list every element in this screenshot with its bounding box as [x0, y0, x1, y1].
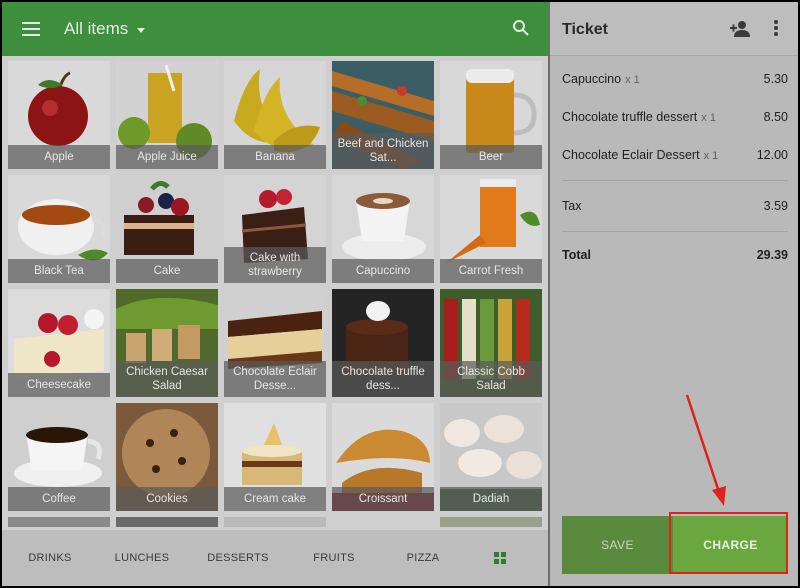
item-label: Classic Cobb Salad [440, 361, 542, 397]
top-bar: All items [2, 2, 548, 56]
item-label: Cake with strawberry [224, 247, 326, 283]
ticket-line-price: 5.30 [763, 72, 788, 86]
item-label: Cheesecake [8, 373, 110, 397]
item-tile[interactable]: Black Tea [8, 175, 110, 283]
tab-fruits[interactable]: FRUITS [288, 530, 380, 586]
tab-lunches[interactable]: LUNCHES [96, 530, 188, 586]
dropdown-caret-icon[interactable] [137, 28, 145, 33]
item-label: Chocolate truffle dess... [332, 361, 434, 397]
ticket-line[interactable]: Capuccino x 1 5.30 [562, 72, 788, 92]
item-grid-partial-row [8, 517, 544, 527]
divider [562, 231, 788, 232]
item-tile[interactable]: Croissant [332, 403, 434, 511]
item-tile[interactable]: Carrot Fresh [440, 175, 542, 283]
ticket-line[interactable]: Chocolate Eclair Dessert x 1 12.00 [562, 148, 788, 168]
item-label: Coffee [8, 487, 110, 511]
item-label: Apple Juice [116, 145, 218, 169]
search-icon[interactable] [512, 19, 530, 37]
ticket-line-price: 8.50 [763, 110, 788, 124]
item-label: Capuccino [332, 259, 434, 283]
item-tile[interactable]: Classic Cobb Salad [440, 289, 542, 397]
item-label: Black Tea [8, 259, 110, 283]
item-label: Cookies [116, 487, 218, 511]
item-label: Carrot Fresh [440, 259, 542, 283]
add-customer-icon[interactable] [730, 20, 750, 38]
tab-desserts[interactable]: DESSERTS [188, 530, 288, 586]
item-tile[interactable]: Apple Juice [116, 61, 218, 169]
app-window: All items Apple Apple Juice Banana Beef … [2, 2, 798, 586]
ticket-line-qty: x 1 [625, 74, 640, 86]
ticket-line-name: Capuccino x 1 [562, 72, 640, 86]
item-label: Cake [116, 259, 218, 283]
item-tile[interactable]: Cake with strawberry [224, 175, 326, 283]
item-tile[interactable]: Chocolate truffle dess... [332, 289, 434, 397]
ticket-line-qty: x 1 [701, 112, 716, 124]
item-tile[interactable]: Cream cake [224, 403, 326, 511]
item-label: Beef and Chicken Sat... [332, 133, 434, 169]
item-tile[interactable]: Chocolate Eclair Desse... [224, 289, 326, 397]
charge-button[interactable]: CHARGE [673, 516, 788, 574]
item-label: Apple [8, 145, 110, 169]
ticket-line-qty: x 1 [703, 150, 719, 162]
menu-icon[interactable] [22, 22, 40, 36]
ticket-panel: Ticket Capuccino x 1 5.30 Chocolate truff… [550, 2, 798, 586]
item-label: Cream cake [224, 487, 326, 511]
total-label: Total [562, 248, 591, 262]
total-value: 29.39 [756, 248, 788, 262]
ticket-title: Ticket [562, 21, 608, 38]
item-tile[interactable]: Coffee [8, 403, 110, 511]
item-label: Chicken Caesar Salad [116, 361, 218, 397]
item-tile[interactable]: Chicken Caesar Salad [116, 289, 218, 397]
item-tile[interactable]: Dadiah [440, 403, 542, 511]
ticket-line-price: 12.00 [756, 148, 788, 162]
ticket-line[interactable]: Chocolate truffle dessert x 1 8.50 [562, 110, 788, 130]
item-label: Beer [440, 145, 542, 169]
ticket-header: Ticket [550, 2, 798, 56]
item-tile[interactable]: Cookies [116, 403, 218, 511]
item-tile[interactable]: Beef and Chicken Sat... [332, 61, 434, 169]
total-row: Total 29.39 [562, 248, 788, 268]
category-nav: DRINKS LUNCHES DESSERTS FRUITS PIZZA [2, 530, 548, 586]
items-panel: All items Apple Apple Juice Banana Beef … [2, 2, 548, 586]
grid-view-icon[interactable] [494, 552, 506, 564]
divider [562, 180, 788, 181]
more-options-icon[interactable] [774, 20, 778, 36]
tax-row: Tax 3.59 [562, 199, 788, 219]
ticket-line-name: Chocolate Eclair Dessert x 1 [562, 148, 719, 162]
tab-pizza[interactable]: PIZZA [380, 530, 466, 586]
item-label: Banana [224, 145, 326, 169]
tax-label: Tax [562, 199, 582, 213]
item-label: Dadiah [440, 487, 542, 511]
tab-drinks[interactable]: DRINKS [4, 530, 96, 586]
item-grid: Apple Apple Juice Banana Beef and Chicke… [8, 61, 544, 517]
ticket-line-name: Chocolate truffle dessert x 1 [562, 110, 716, 124]
item-tile[interactable]: Apple [8, 61, 110, 169]
item-tile[interactable]: Beer [440, 61, 542, 169]
category-selector[interactable]: All items [64, 19, 128, 39]
item-tile[interactable]: Banana [224, 61, 326, 169]
item-tile[interactable]: Cheesecake [8, 289, 110, 397]
item-label: Croissant [332, 487, 434, 511]
item-tile[interactable]: Cake [116, 175, 218, 283]
item-label: Chocolate Eclair Desse... [224, 361, 326, 397]
item-tile[interactable]: Capuccino [332, 175, 434, 283]
tax-value: 3.59 [763, 199, 788, 213]
save-button[interactable]: SAVE [562, 516, 673, 574]
